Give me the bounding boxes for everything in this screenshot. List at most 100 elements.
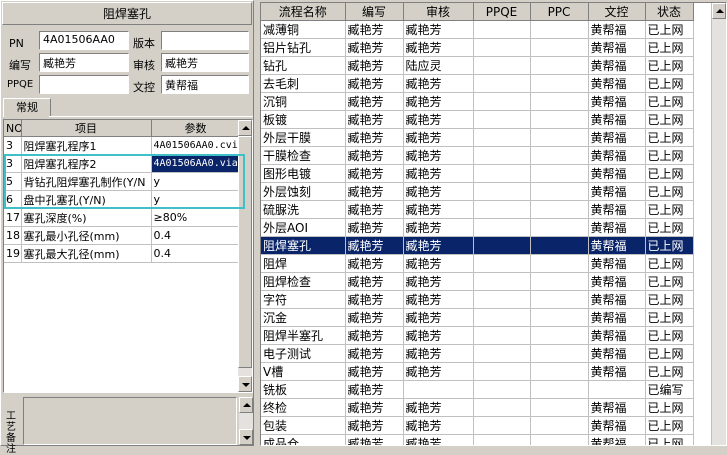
cell-doc-control: 黄帮福 — [588, 308, 646, 327]
cell-ppqe — [473, 398, 531, 417]
table-row[interactable]: 板镀 臧艳芳 臧艳芳 黄帮福 已上网 — [261, 110, 694, 129]
table-row[interactable]: 图形电镀 臧艳芳 臧艳芳 黄帮福 已上网 — [261, 164, 694, 183]
cell-editor: 臧艳芳 — [345, 380, 404, 399]
table-row[interactable]: 成品仓 臧艳芳 臧艳芳 黄帮福 已上网 — [261, 434, 694, 445]
cell-doc-control: 黄帮福 — [588, 200, 646, 219]
table-row[interactable]: 19 塞孔最大孔径(mm) 0.4 — [4, 244, 241, 263]
table-row[interactable]: 减薄铜 臧艳芳 臧艳芳 黄帮福 已上网 — [261, 20, 694, 39]
table-row[interactable]: 外层干膜 臧艳芳 臧艳芳 黄帮福 已上网 — [261, 128, 694, 147]
ppqe-field[interactable] — [39, 75, 129, 94]
remarks-box[interactable] — [23, 397, 237, 445]
cell-reviewer: 臧艳芳 — [403, 290, 474, 309]
cell-doc-control: 黄帮福 — [588, 56, 646, 75]
pn-field[interactable]: 4A01506AA0 — [39, 31, 129, 50]
table-row[interactable]: 字符 臧艳芳 臧艳芳 黄帮福 已上网 — [261, 290, 694, 309]
col-param-header[interactable]: 参数 — [151, 120, 241, 137]
col-process-name-header[interactable]: 流程名称 — [261, 3, 346, 21]
process-scroll-up-button[interactable] — [712, 3, 726, 19]
col-no-header[interactable]: NO — [4, 120, 22, 137]
cell-ppqe — [473, 164, 531, 183]
cell-process-name: 外层AOI — [261, 218, 346, 237]
reviewer-field[interactable]: 臧艳芳 — [161, 53, 249, 72]
table-row[interactable]: 沉金 臧艳芳 臧艳芳 黄帮福 已上网 — [261, 308, 694, 327]
table-row[interactable]: 铝片钻孔 臧艳芳 臧艳芳 黄帮福 已上网 — [261, 38, 694, 57]
tab-general-label: 常规 — [16, 101, 38, 114]
tab-general[interactable]: 常规 — [3, 98, 51, 117]
doc-control-field[interactable]: 黄帮福 — [161, 75, 249, 94]
cell-doc-control: 黄帮福 — [588, 164, 646, 183]
scroll-down-button[interactable] — [238, 376, 252, 392]
process-scrollbar[interactable] — [711, 3, 726, 445]
table-row[interactable]: 外层蚀刻 臧艳芳 臧艳芳 黄帮福 已上网 — [261, 182, 694, 201]
table-row[interactable]: 硫脲洗 臧艳芳 臧艳芳 黄帮福 已上网 — [261, 200, 694, 219]
cell-param[interactable]: 4A01506AA0.cvi — [151, 136, 241, 155]
cell-param[interactable]: ≥80% — [151, 208, 241, 227]
arrow-up-icon — [716, 9, 724, 13]
cell-doc-control: 黄帮福 — [588, 344, 646, 363]
cell-process-name: 去毛刺 — [261, 74, 346, 93]
col-doc-control-header[interactable]: 文控 — [588, 3, 646, 21]
process-table: 流程名称 编写 审核 PPQE PPC 文控 状态 减薄铜 臧艳芳 臧艳芳 黄帮福 已上… — [261, 3, 694, 445]
table-row[interactable]: 终检 臧艳芳 臧艳芳 黄帮福 已上网 — [261, 398, 694, 417]
cell-doc-control: 黄帮福 — [588, 92, 646, 111]
cell-status: 已上网 — [645, 344, 694, 363]
table-row[interactable]: 铣板 臧艳芳 已编写 — [261, 380, 694, 399]
table-row[interactable]: V槽 臧艳芳 臧艳芳 黄帮福 已上网 — [261, 362, 694, 381]
col-item-header[interactable]: 项目 — [21, 120, 152, 137]
cell-status: 已上网 — [645, 182, 694, 201]
table-row[interactable]: 外层AOI 臧艳芳 臧艳芳 黄帮福 已上网 — [261, 218, 694, 237]
cell-doc-control: 黄帮福 — [588, 272, 646, 291]
cell-doc-control — [588, 380, 646, 399]
table-row[interactable]: 阻焊塞孔 臧艳芳 臧艳芳 黄帮福 已上网 — [261, 236, 694, 255]
table-row[interactable]: 阻焊 臧艳芳 臧艳芳 黄帮福 已上网 — [261, 254, 694, 273]
remarks-scroll-up-button[interactable] — [239, 397, 253, 413]
reviewer-label: 审核 — [133, 59, 155, 72]
table-row[interactable]: 17 塞孔深度(%) ≥80% — [4, 208, 241, 227]
cell-param[interactable]: 0.4 — [151, 226, 241, 245]
cell-ppqe — [473, 344, 531, 363]
col-reviewer-header[interactable]: 审核 — [403, 3, 474, 21]
cell-status: 已上网 — [645, 74, 694, 93]
panel-title-bar: 阻焊塞孔 — [2, 2, 252, 25]
cell-ppqe — [473, 290, 531, 309]
table-row[interactable]: 18 塞孔最小孔径(mm) 0.4 — [4, 226, 241, 245]
table-row[interactable]: 电子测试 臧艳芳 臧艳芳 黄帮福 已上网 — [261, 344, 694, 363]
table-row[interactable]: 去毛刺 臧艳芳 臧艳芳 黄帮福 已上网 — [261, 74, 694, 93]
cell-ppc — [530, 290, 589, 309]
cell-param[interactable]: 0.4 — [151, 244, 241, 263]
remarks-label-area: 工艺备注 — [3, 397, 21, 455]
cell-reviewer: 臧艳芳 — [403, 164, 474, 183]
cell-editor: 臧艳芳 — [345, 200, 404, 219]
cell-ppc — [530, 110, 589, 129]
cell-doc-control: 黄帮福 — [588, 236, 646, 255]
cell-status: 已上网 — [645, 218, 694, 237]
table-row[interactable]: 阻焊检查 臧艳芳 臧艳芳 黄帮福 已上网 — [261, 272, 694, 291]
version-field[interactable] — [161, 31, 249, 50]
scroll-up-button[interactable] — [238, 120, 252, 136]
col-editor-header[interactable]: 编写 — [345, 3, 404, 21]
remarks-scrollbar[interactable] — [239, 397, 253, 445]
cell-ppc — [530, 20, 589, 39]
cell-status: 已上网 — [645, 92, 694, 111]
col-ppqe-header[interactable]: PPQE — [473, 3, 531, 21]
table-row[interactable]: 阻焊半塞孔 臧艳芳 臧艳芳 黄帮福 已上网 — [261, 326, 694, 345]
table-row[interactable]: 钻孔 臧艳芳 陆应灵 黄帮福 已上网 — [261, 56, 694, 75]
editor-field[interactable]: 臧艳芳 — [39, 53, 129, 72]
cell-status: 已上网 — [645, 20, 694, 39]
table-row[interactable]: 干膜检查 臧艳芳 臧艳芳 黄帮福 已上网 — [261, 146, 694, 165]
cell-editor: 臧艳芳 — [345, 434, 404, 445]
cell-doc-control: 黄帮福 — [588, 398, 646, 417]
cell-process-name: 钻孔 — [261, 56, 346, 75]
cell-status: 已上网 — [645, 200, 694, 219]
col-status-header[interactable]: 状态 — [645, 3, 694, 21]
cell-ppc — [530, 380, 589, 399]
cell-ppqe — [473, 326, 531, 345]
table-row[interactable]: 包装 臧艳芳 臧艳芳 黄帮福 已上网 — [261, 416, 694, 435]
process-table-body: 减薄铜 臧艳芳 臧艳芳 黄帮福 已上网 铝片钻孔 臧艳芳 臧艳芳 黄帮福 已上网 钻孔 臧艳芳 陆应灵黄… — [261, 20, 694, 445]
cell-ppc — [530, 92, 589, 111]
table-row[interactable]: 沉铜 臧艳芳 臧艳芳 黄帮福 已上网 — [261, 92, 694, 111]
remarks-scroll-down-button[interactable] — [239, 429, 253, 445]
panel-title: 阻焊塞孔 — [102, 7, 151, 21]
col-ppc-header[interactable]: PPC — [530, 3, 589, 21]
table-row[interactable]: 3 阻焊塞孔程序1 4A01506AA0.cvi — [4, 136, 241, 155]
